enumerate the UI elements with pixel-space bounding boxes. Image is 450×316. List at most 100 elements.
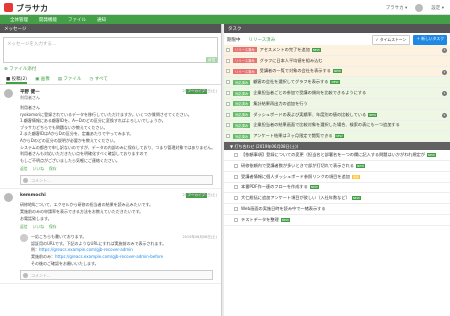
comment-input[interactable]: コメント... bbox=[20, 175, 213, 186]
task-title[interactable]: 【依頼事項】登録についての変更（担当名と部署名を一つの欄に記入する問題はいかがわ… bbox=[241, 152, 425, 158]
new-badge: NEW bbox=[332, 69, 342, 74]
nav-item-3[interactable]: ファイル bbox=[68, 17, 86, 23]
avatar bbox=[23, 273, 28, 279]
reply-link[interactable]: https://greacs.example.com/gjb-recover-a… bbox=[55, 254, 163, 259]
task-row[interactable]: 対応済み 企業担当者ごとの参加で受講の傾向を比較できるようにする 1 bbox=[224, 88, 450, 99]
task-checkbox[interactable] bbox=[234, 174, 238, 179]
reply-link-line: 実施前のみ：https://greacs.example.com/gjb-rec… bbox=[31, 254, 217, 261]
task-checkbox[interactable] bbox=[234, 185, 238, 190]
new-task-button[interactable]: ＋ 新しいタスク bbox=[413, 35, 447, 45]
task-checkbox[interactable] bbox=[234, 207, 238, 212]
comment-input[interactable]: コメント... bbox=[20, 270, 213, 281]
top-bar: ブラサカ ブラサカ ▾ 設定 ▾ bbox=[0, 0, 450, 15]
task-status-label: リリース済み bbox=[233, 47, 257, 53]
task-row[interactable]: リリース済み グラフに日本人平均値を組み込む bbox=[224, 55, 450, 67]
app-logo[interactable] bbox=[4, 3, 13, 12]
task-tag-badge: NEW bbox=[351, 196, 361, 201]
task-row[interactable]: 【依頼事項】登録についての変更（担当名と部署名を一つの欄に記入する問題はいかがわ… bbox=[224, 150, 450, 161]
task-row[interactable]: 受講者情報に個人ダッシュボード参照リンクの項目を追加 保留 bbox=[224, 172, 450, 183]
post-date: 2019年06月08日(土) bbox=[182, 89, 217, 93]
task-checkbox[interactable] bbox=[226, 58, 230, 63]
task-title[interactable]: 企業担当者ごとの参加で受講の傾向を比較できるようにする bbox=[253, 90, 366, 96]
nav-item-1[interactable]: 全体管理 bbox=[10, 17, 28, 23]
task-title[interactable]: アンケート結果は３ヶ月限定で閲覧できる bbox=[253, 133, 332, 139]
post-body: 研修地Ⅱについて、エクセルから研修の担当者の結果を読み込みたいです。 実施前のみ… bbox=[20, 202, 217, 222]
task-row[interactable]: 対応済み アンケート結果は３ヶ月限定で閲覧できる NEW bbox=[224, 131, 450, 143]
user-menu[interactable]: ブラサカ ▾ bbox=[386, 5, 408, 11]
task-checkbox[interactable] bbox=[234, 163, 238, 168]
avatar[interactable] bbox=[4, 89, 13, 98]
tab-in-progress[interactable]: 期限中 bbox=[227, 37, 241, 43]
task-title[interactable]: 企業担当者の結果画面で比較対象を選択した場合、検索の表にも一つ追加する bbox=[253, 122, 400, 128]
attach-label: ファイル添付 bbox=[9, 67, 37, 72]
task-title[interactable]: アセスメントの完了を追加 bbox=[260, 47, 310, 53]
tab-files[interactable]: ▤ ファイル bbox=[58, 76, 82, 84]
attach-file-link[interactable]: ⊕ ファイル添付 bbox=[4, 66, 217, 72]
send-button[interactable]: 送信 bbox=[206, 57, 217, 63]
task-title[interactable]: 顧客の会社を選択してグラフを表示する bbox=[253, 79, 328, 85]
task-title[interactable]: グラフに日本人平均値を組み込む bbox=[260, 58, 323, 64]
message-input[interactable]: メッセージを入力する... bbox=[3, 37, 218, 63]
task-checkbox[interactable] bbox=[226, 80, 230, 85]
task-list: リリース済み アセスメントの完了を追加 NEW 3 リリース済み グラフに日本人平均値を組… bbox=[224, 45, 450, 143]
save-button[interactable]: 保存 bbox=[49, 224, 57, 230]
meeting-group-header[interactable]: ▼ 打ち合わせ (2019年06月08日(土)) bbox=[224, 142, 450, 151]
comment-placeholder: コメント... bbox=[31, 178, 51, 184]
reply-link[interactable]: https://greacs.example.com/gjb-recover-a… bbox=[39, 247, 133, 252]
task-title[interactable]: 受講者の一覧で対象の会社を表示する bbox=[260, 68, 331, 74]
reply-link-line: 例：https://greacs.example.com/gjb-recover… bbox=[31, 247, 217, 254]
tab-posts[interactable]: ■ 投稿(2) bbox=[6, 76, 28, 84]
task-checkbox[interactable] bbox=[234, 153, 238, 158]
like-button[interactable]: いいね bbox=[33, 166, 44, 172]
task-row[interactable]: 大仁総括に追加アンケート項目が欲しい（入社年数など） NEW bbox=[224, 193, 450, 205]
nav-item-2[interactable]: 開発機能 bbox=[39, 17, 57, 23]
task-title[interactable]: ダッシュボードの表よび実績率、年度別の値の比較している bbox=[253, 112, 366, 118]
task-row[interactable]: 対応済み 顧客の会社を選択してグラフを表示する NEW bbox=[224, 77, 450, 89]
task-row[interactable]: リリース済み アセスメントの完了を追加 NEW 3 bbox=[224, 45, 450, 56]
task-checkbox[interactable] bbox=[234, 196, 238, 201]
tab-released[interactable]: リリース済み bbox=[249, 37, 276, 43]
task-title[interactable]: Web画面の実施日時を読み中で一緒表示する bbox=[241, 206, 326, 212]
task-row[interactable]: 対応済み 企業担当者の結果画面で比較対象を選択した場合、検索の表にも一つ追加する bbox=[224, 120, 450, 132]
task-checkbox[interactable] bbox=[226, 123, 230, 128]
tab-images[interactable]: ▣ 画像 bbox=[35, 76, 50, 84]
post-line: 2.また顧客IDはAからDの区分を、定義あたりでやってみます。 bbox=[20, 131, 134, 137]
task-title[interactable]: 研修依頼内で受講者数が多いときで部が打切れて表示される bbox=[241, 163, 354, 169]
task-title[interactable]: 受講者情報に個人ダッシュボード参照リンクの項目を追加 bbox=[241, 174, 350, 180]
like-button[interactable]: いいね bbox=[33, 224, 44, 230]
comment-placeholder: コメント... bbox=[31, 273, 51, 279]
save-button[interactable]: 保存 bbox=[49, 166, 57, 172]
task-status-label: 対応済み bbox=[233, 122, 251, 128]
avatar[interactable] bbox=[20, 234, 28, 243]
task-row[interactable]: Web画面の実施日時を読み中で一緒表示する bbox=[224, 204, 450, 215]
nav-bar: 全体管理 開発機能 ファイル 通知 bbox=[0, 15, 450, 24]
task-checkbox[interactable] bbox=[226, 91, 230, 96]
task-title[interactable]: 集計結果再出力の追加を行う bbox=[253, 101, 307, 107]
reply-button[interactable]: 返信 bbox=[20, 224, 28, 230]
task-title[interactable]: テストデータを整理 bbox=[241, 217, 279, 223]
task-checkbox[interactable] bbox=[234, 217, 238, 222]
avatar[interactable] bbox=[4, 193, 13, 203]
link-prefix: 例： bbox=[31, 247, 39, 253]
task-row[interactable]: 研修依頼内で受講者数が多いときで部が打切れて表示される NEW bbox=[224, 161, 450, 172]
task-checkbox[interactable] bbox=[226, 69, 230, 74]
task-checkbox[interactable] bbox=[226, 134, 230, 139]
task-row[interactable]: テストデータを整理 NEW bbox=[224, 215, 450, 226]
task-checkbox[interactable] bbox=[226, 101, 230, 106]
task-checkbox[interactable] bbox=[226, 47, 230, 52]
avatar[interactable] bbox=[415, 4, 424, 12]
settings-menu[interactable]: 設定 ▾ bbox=[431, 5, 444, 11]
task-row[interactable]: 本番PDF作一連のフローを作成する NEW bbox=[224, 183, 450, 194]
milestone-button[interactable]: ✓ タイムストーン bbox=[371, 35, 411, 45]
task-row[interactable]: 対応済み 集計結果再出力の追加を行う bbox=[224, 98, 450, 110]
nav-item-4[interactable]: 通知 bbox=[97, 17, 106, 23]
task-row[interactable]: リリース済み 受講者の一覧で対象の会社を表示する NEW 2 bbox=[224, 66, 450, 78]
reply-button[interactable]: 返信 bbox=[20, 166, 28, 172]
task-title[interactable]: 本番PDF作一連のフローを作成する bbox=[241, 184, 308, 190]
task-row[interactable]: 対応済み ダッシュボードの表よび実績率、年度別の値の比較している NEW 2 bbox=[224, 109, 450, 121]
task-title[interactable]: 大仁総括に追加アンケート項目が欲しい（入社年数など） bbox=[241, 195, 350, 201]
task-checkbox[interactable] bbox=[226, 112, 230, 117]
meeting-task-list: 【依頼事項】登録についての変更（担当名と部署名を一つの欄に記入する問題はいかがわ… bbox=[224, 150, 450, 226]
message-panel-header: メッセージ bbox=[0, 24, 221, 33]
tab-all[interactable]: ◷ すべて bbox=[89, 76, 107, 84]
